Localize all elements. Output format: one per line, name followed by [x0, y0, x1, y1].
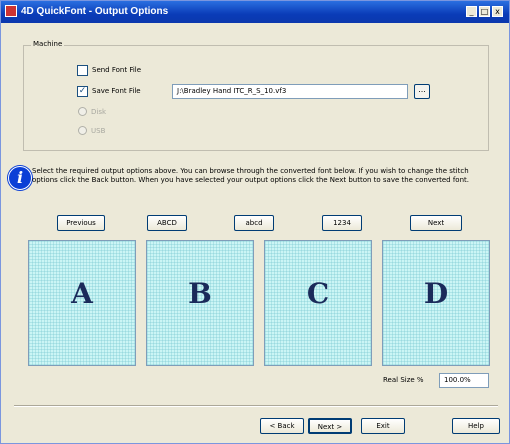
usb-radio[interactable]: [78, 126, 87, 135]
info-text: Select the required output options above…: [32, 167, 469, 184]
save-font-file-label[interactable]: Save Font File: [92, 87, 141, 95]
digits-button[interactable]: 1234: [322, 215, 362, 231]
save-font-file-checkbox[interactable]: ✓: [77, 86, 88, 97]
back-button[interactable]: < Back: [260, 418, 304, 434]
preview-glyph: D: [423, 277, 449, 310]
file-path-field[interactable]: J:\Bradley Hand ITC_R_S_10.vf3: [172, 84, 408, 99]
preview-glyph: C: [306, 277, 330, 310]
lower-case-button[interactable]: abcd: [234, 215, 274, 231]
upper-case-button[interactable]: ABCD: [147, 215, 187, 231]
maximize-button[interactable]: □: [479, 6, 490, 17]
output-options-window: 4D QuickFont - Output Options _ □ x Mach…: [0, 0, 510, 444]
preview-panel-3: C: [264, 240, 372, 366]
next-button[interactable]: Next >: [308, 418, 352, 434]
preview-panel-2: B: [146, 240, 254, 366]
disk-radio[interactable]: [78, 107, 87, 116]
app-icon: [5, 5, 17, 17]
disk-label: Disk: [91, 108, 107, 116]
window-title: 4D QuickFont - Output Options: [21, 6, 169, 17]
help-button[interactable]: Help: [452, 418, 500, 434]
previous-button[interactable]: Previous: [57, 215, 105, 231]
preview-glyph: A: [71, 277, 93, 310]
usb-label: USB: [91, 127, 106, 135]
exit-button[interactable]: Exit: [361, 418, 405, 434]
close-button[interactable]: x: [492, 6, 503, 17]
send-font-file-checkbox[interactable]: [77, 65, 88, 76]
machine-group-label: Machine: [31, 40, 65, 48]
info-icon: i: [8, 166, 32, 190]
minimize-button[interactable]: _: [466, 6, 477, 17]
preview-panel-4: D: [382, 240, 490, 366]
real-size-field[interactable]: 100.0%: [439, 373, 489, 388]
real-size-label: Real Size %: [383, 376, 424, 384]
browse-button[interactable]: ...: [414, 84, 430, 99]
preview-panel-1: A: [28, 240, 136, 366]
send-font-file-label[interactable]: Send Font File: [92, 66, 141, 74]
preview-glyph: B: [188, 277, 212, 310]
next-preview-button[interactable]: Next: [410, 215, 462, 231]
title-bar[interactable]: 4D QuickFont - Output Options _ □ x: [1, 1, 509, 23]
footer-separator: [14, 405, 498, 407]
